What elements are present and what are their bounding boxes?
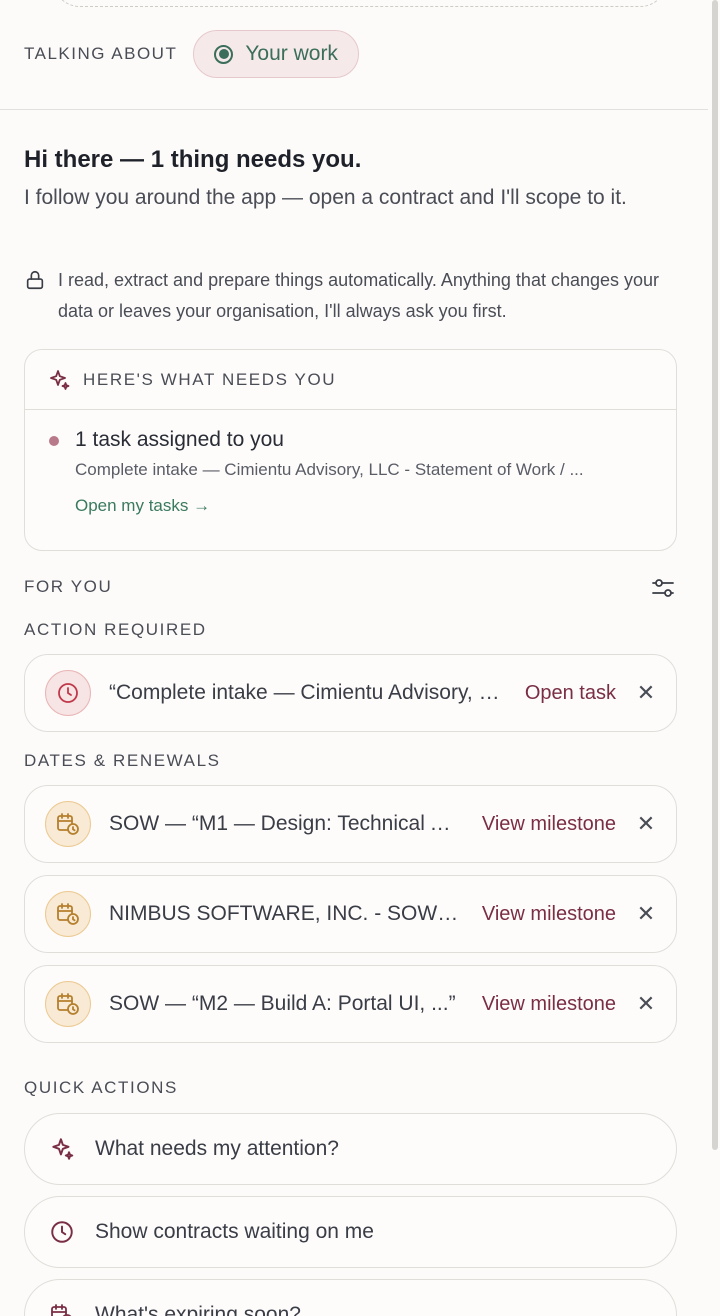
for-you-label: FOR YOU — [24, 577, 113, 596]
action-item-row[interactable]: “Complete intake — Cimientu Advisory, LL… — [24, 654, 677, 732]
quick-action-waiting[interactable]: Show contracts waiting on me — [24, 1196, 677, 1268]
greeting-title: Hi there — 1 thing needs you. — [24, 146, 362, 173]
task-bullet — [49, 436, 59, 446]
calendar-clock-icon — [45, 891, 91, 937]
talking-about-bar: TALKING ABOUT Your work — [24, 30, 359, 78]
needs-you-card: HERE'S WHAT NEEDS YOU 1 task assigned to… — [24, 349, 677, 551]
close-icon[interactable]: ✕ — [636, 991, 656, 1017]
dates-renewals-label: DATES & RENEWALS — [24, 751, 221, 770]
sparkle-icon — [52, 1138, 74, 1160]
quick-action-attention[interactable]: What needs my attention? — [24, 1113, 677, 1185]
milestone-row[interactable]: SOW — “M2 — Build A: Portal UI, ...” Vie… — [24, 965, 677, 1043]
clock-icon — [45, 670, 91, 716]
close-icon[interactable]: ✕ — [636, 811, 656, 837]
view-milestone-button[interactable]: View milestone — [482, 903, 616, 926]
quick-action-expiring[interactable]: What's expiring soon? — [24, 1279, 677, 1316]
lock-icon — [26, 270, 44, 290]
open-my-tasks-link[interactable]: Open my tasks → — [75, 496, 210, 516]
milestone-text: SOW — “M2 — Build A: Portal UI, ...” — [109, 992, 456, 1015]
calendar-clock-icon — [51, 1304, 72, 1316]
filter-sliders-icon[interactable] — [650, 575, 676, 601]
sparkle-icon — [50, 369, 70, 390]
calendar-clock-icon — [45, 981, 91, 1027]
close-icon[interactable]: ✕ — [636, 901, 656, 927]
context-pill-label: Your work — [245, 42, 338, 65]
quick-actions-label: QUICK ACTIONS — [24, 1078, 178, 1097]
privacy-note: I read, extract and prepare things autom… — [24, 265, 684, 327]
milestone-text: SOW — “M1 — Design: Technical Architectu… — [109, 812, 462, 835]
action-item-text: “Complete intake — Cimientu Advisory, LL… — [109, 681, 505, 704]
needs-you-header: HERE'S WHAT NEEDS YOU — [25, 350, 676, 410]
milestone-text: NIMBUS SOFTWARE, INC. - SOW milestone — [109, 902, 462, 925]
close-icon[interactable]: ✕ — [636, 680, 656, 706]
privacy-text: I read, extract and prepare things autom… — [58, 270, 660, 321]
scrollbar[interactable] — [712, 0, 718, 1150]
radio-dot-icon — [214, 44, 234, 64]
quick-action-text: What needs my attention? — [95, 1137, 339, 1160]
view-milestone-button[interactable]: View milestone — [482, 993, 616, 1016]
task-title: 1 task assigned to you — [75, 428, 284, 451]
action-required-label: ACTION REQUIRED — [24, 620, 207, 639]
composer-dropzone — [52, 0, 668, 7]
clock-icon — [51, 1221, 73, 1243]
milestone-row[interactable]: SOW — “M1 — Design: Technical Architectu… — [24, 785, 677, 863]
needs-you-header-label: HERE'S WHAT NEEDS YOU — [83, 369, 337, 389]
milestone-row[interactable]: NIMBUS SOFTWARE, INC. - SOW milestone Vi… — [24, 875, 677, 953]
task-summary: 1 task assigned to you Complete intake —… — [25, 410, 676, 516]
task-subtitle: Complete intake — Cimientu Advisory, LLC… — [75, 460, 584, 479]
context-pill-your-work[interactable]: Your work — [193, 30, 359, 78]
quick-action-text: What's expiring soon? — [95, 1303, 301, 1316]
header-divider — [0, 109, 708, 110]
open-task-button[interactable]: Open task — [525, 682, 616, 705]
view-milestone-button[interactable]: View milestone — [482, 813, 616, 836]
calendar-clock-icon — [45, 801, 91, 847]
talking-about-label: TALKING ABOUT — [24, 44, 178, 63]
quick-action-text: Show contracts waiting on me — [95, 1220, 374, 1243]
greeting-subtitle: I follow you around the app — open a con… — [24, 186, 627, 209]
